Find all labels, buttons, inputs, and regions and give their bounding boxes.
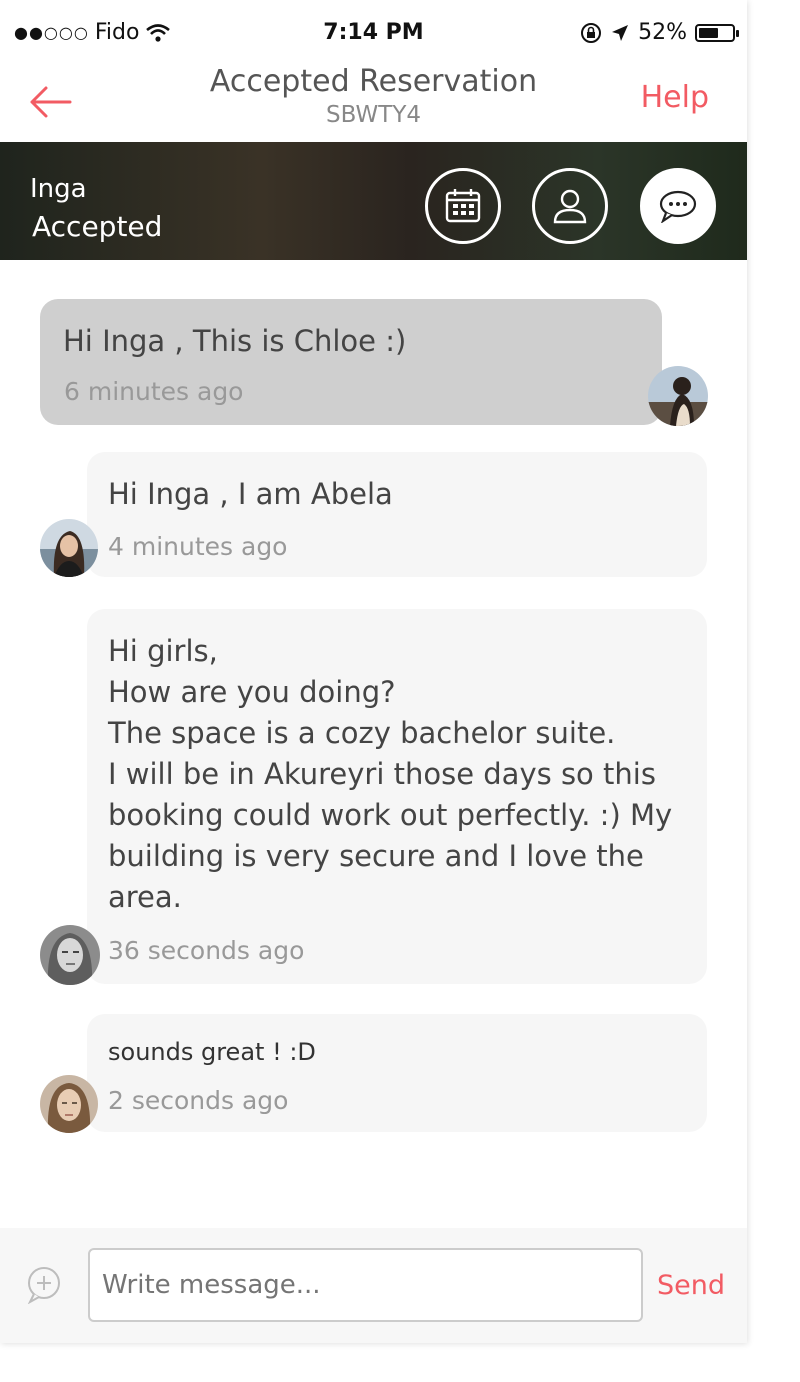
message-bubble: sounds great ! :D 2 seconds ago xyxy=(87,1014,707,1132)
phone-screen: ●●○○○ Fido 7:14 PM 52% Accepted Reservat… xyxy=(0,0,747,1343)
message-text: Hi girls, How are you doing? The space i… xyxy=(108,634,673,914)
message-bubble: Hi Inga , I am Abela 4 minutes ago xyxy=(87,452,707,577)
calendar-icon xyxy=(445,189,481,223)
send-button[interactable]: Send xyxy=(657,1270,725,1301)
avatar[interactable] xyxy=(40,519,98,577)
profile-button[interactable] xyxy=(532,168,608,244)
messages-button[interactable] xyxy=(640,168,716,244)
orientation-lock-icon xyxy=(581,22,602,43)
avatar-image-guest xyxy=(40,1075,98,1133)
status-bar: ●●○○○ Fido 7:14 PM 52% xyxy=(0,14,747,56)
attach-button[interactable] xyxy=(24,1266,64,1308)
message-input[interactable] xyxy=(88,1248,643,1322)
message-time: 4 minutes ago xyxy=(108,532,288,561)
avatar-image-abela xyxy=(40,519,98,577)
guest-name: Inga xyxy=(30,174,87,204)
navigation-bar: Accepted Reservation SBWTY4 Help xyxy=(0,56,747,143)
help-button[interactable]: Help xyxy=(641,80,709,115)
avatar[interactable] xyxy=(40,1075,98,1133)
message-composer: Send xyxy=(0,1228,747,1343)
avatar[interactable] xyxy=(648,366,708,426)
location-arrow-icon xyxy=(612,24,629,41)
chat-bubble-icon xyxy=(659,190,697,223)
message-text: sounds great ! :D xyxy=(108,1038,316,1066)
message-bubble: Hi girls, How are you doing? The space i… xyxy=(87,609,707,984)
battery-percent: 52% xyxy=(638,20,687,45)
message-text: Hi Inga , I am Abela xyxy=(108,477,393,511)
reservation-header: Inga Accepted xyxy=(0,142,747,260)
battery-icon xyxy=(695,23,739,42)
avatar-image-host xyxy=(40,925,100,985)
calendar-button[interactable] xyxy=(425,168,501,244)
reservation-code: SBWTY4 xyxy=(325,102,422,128)
message-time: 36 seconds ago xyxy=(108,936,305,965)
status-right: 52% xyxy=(580,20,739,45)
message-text: Hi Inga , This is Chloe :) xyxy=(63,324,407,358)
avatar[interactable] xyxy=(40,925,100,985)
message-time: 6 minutes ago xyxy=(64,377,244,406)
message-time: 2 seconds ago xyxy=(108,1086,289,1115)
avatar-image-chloe xyxy=(648,366,708,426)
user-icon xyxy=(553,189,587,224)
add-comment-icon xyxy=(27,1267,60,1305)
page-title: Accepted Reservation xyxy=(209,64,538,99)
message-bubble: Hi Inga , This is Chloe :) 6 minutes ago xyxy=(40,299,662,425)
reservation-status: Accepted xyxy=(32,210,163,243)
